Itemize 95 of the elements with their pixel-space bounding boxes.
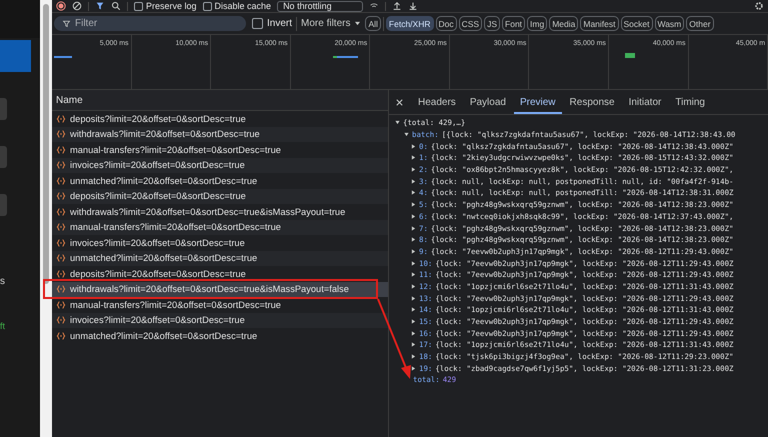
search-icon[interactable] xyxy=(111,1,121,11)
funnel-icon[interactable] xyxy=(95,1,105,11)
caret-icon xyxy=(354,21,362,26)
type-filter-chip[interactable]: JS xyxy=(484,16,500,31)
tab[interactable]: Initiator xyxy=(622,90,668,114)
disclosure-triangle-icon[interactable] xyxy=(411,307,416,312)
braces-icon xyxy=(56,130,66,138)
braces-icon xyxy=(56,316,66,324)
braces-icon xyxy=(56,270,66,278)
request-row[interactable]: invoices?limit=20&offset=0&sortDesc=true xyxy=(52,312,388,328)
type-filter-chip[interactable]: Other xyxy=(686,16,714,31)
checkbox-label: Disable cache xyxy=(214,1,272,11)
disclosure-triangle-icon[interactable] xyxy=(411,190,416,196)
disclosure-triangle-icon[interactable] xyxy=(411,342,416,348)
upload-icon[interactable] xyxy=(392,1,402,11)
tab[interactable]: Preview xyxy=(514,90,562,114)
disclosure-triangle-icon[interactable] xyxy=(404,132,409,138)
request-row[interactable]: manual-transfers?limit=20&offset=0&sortDesc=true xyxy=(52,220,388,235)
braces-icon xyxy=(56,332,66,340)
page-scrollbar[interactable] xyxy=(40,0,52,437)
braces-icon xyxy=(56,223,66,232)
braces-icon xyxy=(56,300,66,309)
braces-icon xyxy=(56,114,66,123)
scrollbar-thumb[interactable] xyxy=(43,4,49,284)
request-row[interactable]: deposits?limit=20&offset=0&sortDesc=true xyxy=(52,111,388,126)
request-row[interactable]: withdrawals?limit=20&offset=0&sortDesc=true xyxy=(52,126,388,142)
braces-icon xyxy=(56,146,66,154)
braces-icon xyxy=(56,208,66,216)
disclosure-triangle-icon[interactable] xyxy=(411,354,416,360)
request-row[interactable]: deposits?limit=20&offset=0&sortDesc=true xyxy=(52,266,388,282)
disclosure-triangle-icon[interactable] xyxy=(411,296,416,301)
filter-field[interactable]: Filter xyxy=(54,16,246,31)
request-row[interactable]: manual-transfers?limit=20&offset=0&sortDesc=true xyxy=(52,142,388,158)
disclosure-triangle-icon[interactable] xyxy=(411,284,416,289)
disclosure-triangle-icon[interactable] xyxy=(411,167,416,172)
request-row[interactable]: invoices?limit=20&offset=0&sortDesc=true xyxy=(52,158,388,173)
close-icon[interactable] xyxy=(395,98,404,106)
request-row[interactable]: withdrawals?limit=20&offset=0&sortDesc=true&isMassPayout=false xyxy=(52,282,388,297)
type-filter-chip[interactable]: All xyxy=(365,16,381,31)
type-filter-chip[interactable]: Manifest xyxy=(580,16,618,31)
disclosure-triangle-icon[interactable] xyxy=(411,202,416,208)
braces-icon xyxy=(56,192,66,200)
braces-icon xyxy=(56,285,66,294)
disclosure-triangle-icon[interactable] xyxy=(411,260,416,266)
request-row[interactable]: unmatched?limit=20&offset=0&sortDesc=true xyxy=(52,173,388,188)
tab[interactable]: Response xyxy=(564,90,621,114)
settings-icon[interactable] xyxy=(754,1,764,11)
disclosure-triangle-icon[interactable] xyxy=(411,248,416,254)
disclosure-triangle-icon[interactable] xyxy=(411,178,416,184)
checkbox-label: Preserve log xyxy=(146,1,197,11)
checkbox-label: Invert xyxy=(267,18,292,29)
checkbox[interactable] xyxy=(134,2,143,10)
disclosure-triangle-icon[interactable] xyxy=(411,214,416,219)
tab[interactable]: Payload xyxy=(464,90,512,114)
disclosure-triangle-icon[interactable] xyxy=(411,272,416,278)
type-filter-chip[interactable]: Doc xyxy=(436,16,457,31)
type-filter-chip[interactable]: Img xyxy=(527,16,548,31)
checkbox[interactable] xyxy=(252,18,263,29)
request-row[interactable]: unmatched?limit=20&offset=0&sortDesc=true xyxy=(52,250,388,266)
funnel-icon xyxy=(62,19,71,28)
throttling-dropdown[interactable]: No throttling xyxy=(277,0,363,12)
disclosure-triangle-icon[interactable] xyxy=(395,120,400,126)
tab[interactable]: Headers xyxy=(412,90,462,114)
type-filter-chip[interactable]: Media xyxy=(549,16,578,31)
more-filters-dropdown[interactable]: More filters xyxy=(299,18,364,29)
disclosure-triangle-icon[interactable] xyxy=(411,366,416,371)
page-text: s xyxy=(0,276,5,287)
braces-icon xyxy=(56,161,66,170)
braces-icon xyxy=(56,176,66,185)
disclosure-triangle-icon[interactable] xyxy=(411,237,416,242)
waterfall-bar xyxy=(625,53,635,58)
column-header[interactable]: Name xyxy=(56,94,83,106)
clear-icon[interactable] xyxy=(72,1,82,11)
braces-icon xyxy=(56,238,66,247)
request-row[interactable]: deposits?limit=20&offset=0&sortDesc=true xyxy=(52,188,388,204)
request-row[interactable]: invoices?limit=20&offset=0&sortDesc=true xyxy=(52,235,388,250)
record-icon[interactable] xyxy=(56,1,66,11)
type-filter-chip[interactable]: CSS xyxy=(458,16,482,31)
type-filter-chip[interactable]: Wasm xyxy=(654,16,684,31)
request-row[interactable]: unmatched?limit=20&offset=0&sortDesc=true xyxy=(52,328,388,344)
tab[interactable]: Timing xyxy=(669,90,711,114)
request-row[interactable]: withdrawals?limit=20&offset=0&sortDesc=true&isMassPayout=true xyxy=(52,204,388,220)
request-row[interactable]: manual-transfers?limit=20&offset=0&sortDesc=true xyxy=(52,297,388,312)
disclosure-triangle-icon[interactable] xyxy=(411,319,416,324)
download-icon[interactable] xyxy=(408,1,418,11)
braces-icon xyxy=(56,254,66,262)
page-text: ft xyxy=(0,321,6,331)
disclosure-triangle-icon[interactable] xyxy=(411,144,416,149)
disclosure-triangle-icon[interactable] xyxy=(411,155,416,160)
disclosure-triangle-icon[interactable] xyxy=(411,330,416,336)
disclosure-triangle-icon[interactable] xyxy=(411,226,416,231)
type-filter-chip[interactable]: Socket xyxy=(620,16,652,31)
type-filter-chip[interactable]: Fetch/XHR xyxy=(386,16,434,31)
checkbox[interactable] xyxy=(202,2,212,10)
type-filter-chip[interactable]: Font xyxy=(502,16,526,31)
